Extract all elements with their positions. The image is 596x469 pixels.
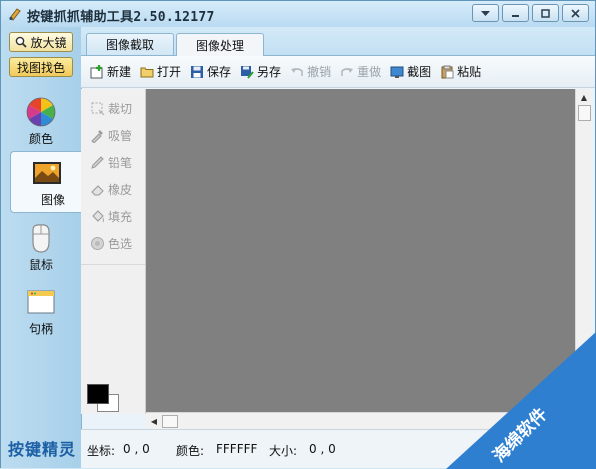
undo-button[interactable]: 撤销 [290,63,331,80]
scroll-left-icon[interactable]: ◀ [147,414,161,428]
sidebar-item-image[interactable]: 图像 [10,151,83,213]
sidebar: 放大镜 找图找色 颜色 图像 鼠标 句柄 按键精灵 [1,27,83,468]
floppy-icon [191,65,204,78]
pencil-icon [91,156,104,169]
size-label: 大小: [269,444,298,458]
eraser-icon [91,185,104,196]
monitor-icon [390,66,404,78]
paint-bucket-icon [92,210,104,223]
save-as-icon [241,65,254,79]
sidebar-item-mouse-label: 鼠标 [28,258,53,272]
close-button[interactable] [562,4,589,22]
clipboard-icon [441,65,454,78]
tool-panel: 裁切 吸管 铅笔 橡皮 填充 色选 [81,89,146,414]
new-label: 新建 [107,65,132,79]
color-value: FFFFFF [216,442,258,456]
image-icon [33,162,61,184]
window-title: 按键抓抓辅助工具2.50.12177 [27,10,215,25]
magnifier-label: 放大镜 [30,35,67,50]
tab-image-capture[interactable]: 图像截取 [86,33,174,55]
tab-bar: 图像截取 图像处理 [81,27,595,56]
sidebar-item-image-label: 图像 [40,193,65,207]
toolbar: 新建 打开 保存 另存 撤销 重做 截图 粘贴 [81,56,595,88]
close-icon [571,8,580,18]
color-select-label: 色选 [108,237,133,251]
save-as-label: 另存 [257,65,282,79]
sidebar-item-handle-label: 句柄 [28,322,53,336]
eraser-label: 橡皮 [108,183,133,197]
save-label: 保存 [207,65,232,79]
folder-icon [140,67,154,77]
color-label: 颜色: [176,444,205,458]
paste-label: 粘贴 [457,65,482,79]
title-bar: 按键抓抓辅助工具2.50.12177 [1,1,595,28]
find-image-color-button[interactable]: 找图找色 [9,57,73,77]
color-wheel-icon [26,97,56,127]
new-button[interactable]: 新建 [90,63,131,80]
window-handle-icon [27,290,55,314]
fill-label: 填充 [108,210,133,224]
image-canvas[interactable] [146,89,575,412]
tab-image-process[interactable]: 图像处理 [176,33,264,56]
redo-label: 重做 [357,65,382,79]
undo-label: 撤销 [307,65,332,79]
screenshot-label: 截图 [407,65,432,79]
foreground-color-swatch[interactable] [87,384,109,404]
chevron-down-icon [481,10,490,16]
find-image-color-label: 找图找色 [16,60,65,75]
open-button[interactable]: 打开 [140,63,181,80]
magnifier-button[interactable]: 放大镜 [9,32,73,52]
color-select-icon [91,237,104,250]
vertical-scrollbar[interactable]: ▲ [575,89,592,412]
color-select-tool[interactable]: 色选 [90,235,132,252]
fill-tool[interactable]: 填充 [90,208,132,225]
sidebar-item-color[interactable]: 颜色 [1,91,81,151]
status-bar: 坐标: 0 , 0 颜色: FFFFFF 大小: 0 , 0 [81,429,595,468]
redo-button[interactable]: 重做 [340,63,381,80]
scroll-up-icon[interactable]: ▲ [576,90,592,104]
paste-button[interactable]: 粘贴 [440,63,481,80]
size-value: 0 , 0 [309,442,336,456]
horizontal-scrollbar[interactable]: ◀ [146,412,575,429]
coord-label: 坐标: [87,444,116,458]
eyedropper-icon [91,130,103,143]
maximize-button[interactable] [532,4,559,22]
coord-value: 0 , 0 [123,442,150,456]
horizontal-scroll-thumb[interactable] [162,415,178,428]
dropdown-button[interactable] [472,4,499,22]
crop-icon [91,102,105,116]
pencil-tool[interactable]: 铅笔 [90,154,132,171]
maximize-icon [541,8,550,18]
magnifier-icon [16,36,28,48]
minimize-icon [512,14,519,17]
crop-tool[interactable]: 裁切 [90,100,132,117]
pencil-label: 铅笔 [108,156,133,170]
eraser-tool[interactable]: 橡皮 [90,181,132,198]
sidebar-item-mouse[interactable]: 鼠标 [1,217,81,277]
new-file-icon [90,64,103,78]
redo-icon [341,67,354,76]
tool-separator [81,264,145,265]
screenshot-button[interactable]: 截图 [390,63,431,80]
eyedropper-label: 吸管 [108,129,133,143]
sidebar-item-handle[interactable]: 句柄 [1,281,81,341]
open-label: 打开 [157,65,182,79]
vertical-scroll-thumb[interactable] [578,105,591,121]
app-logo-icon [9,8,21,21]
minimize-button[interactable] [502,4,529,22]
undo-icon [291,67,303,76]
crop-label: 裁切 [108,102,133,116]
eyedropper-tool[interactable]: 吸管 [90,127,132,144]
save-as-button[interactable]: 另存 [240,63,281,80]
app-window: 按键抓抓辅助工具2.50.12177 放大镜 找图找色 颜色 图像 鼠标 句柄 … [0,0,596,469]
mouse-icon [32,224,50,253]
save-button[interactable]: 保存 [190,63,231,80]
brand-logo: 按键精灵 [8,440,77,459]
sidebar-item-color-label: 颜色 [28,132,53,146]
